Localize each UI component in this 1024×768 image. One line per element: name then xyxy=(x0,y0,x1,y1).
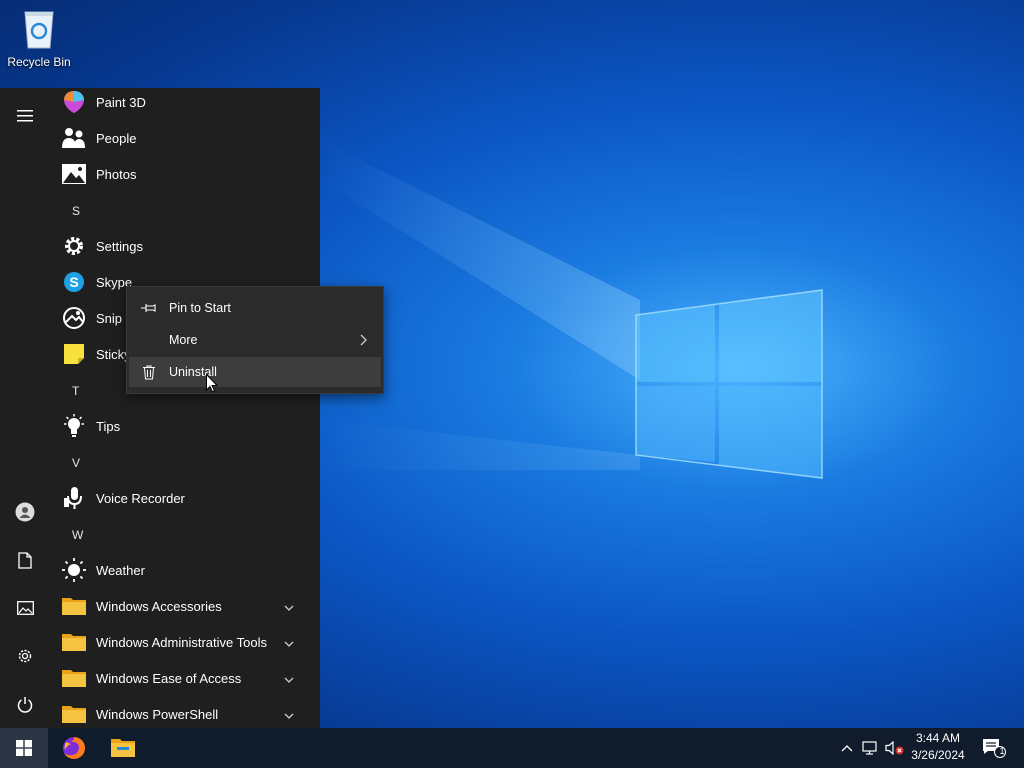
recycle-bin-shortcut[interactable]: Recycle Bin xyxy=(4,6,74,69)
section-letter-s[interactable]: S xyxy=(72,204,80,218)
notification-count: 1 xyxy=(999,746,1005,756)
app-people[interactable]: People xyxy=(56,120,306,156)
microphone-icon xyxy=(62,486,86,510)
gear-icon xyxy=(62,234,86,258)
app-list: Paint 3D People Photos S Settings S Skyp… xyxy=(56,88,320,728)
lightbulb-icon xyxy=(62,414,86,438)
folder-label: Windows Accessories xyxy=(96,598,222,614)
photos-icon xyxy=(62,162,86,186)
folder-icon xyxy=(62,630,86,654)
folder-label: Windows PowerShell xyxy=(96,706,219,722)
folder-windows-accessories[interactable]: Windows Accessories xyxy=(56,588,306,624)
app-label: Paint 3D xyxy=(96,94,146,110)
paint3d-icon xyxy=(62,90,86,114)
mouse-cursor-icon xyxy=(206,374,218,393)
start-button[interactable] xyxy=(0,728,48,768)
app-label: Weather xyxy=(96,562,145,578)
app-tips[interactable]: Tips xyxy=(56,408,306,444)
app-voice-recorder[interactable]: Voice Recorder xyxy=(56,480,306,516)
start-menu: Paint 3D People Photos S Settings S Skyp… xyxy=(0,88,320,728)
people-icon xyxy=(62,126,86,150)
chevron-right-icon xyxy=(360,334,367,349)
folder-icon xyxy=(62,702,86,726)
snip-sketch-icon xyxy=(62,306,86,330)
section-letter-w[interactable]: W xyxy=(72,528,83,542)
folder-windows-ease-of-access[interactable]: Windows Ease of Access xyxy=(56,660,306,696)
taskbar-file-explorer[interactable] xyxy=(99,728,147,768)
chevron-down-icon[interactable] xyxy=(284,599,294,614)
uninstall-item[interactable]: Uninstall xyxy=(129,357,381,387)
pin-to-start-item[interactable]: Pin to Start xyxy=(129,293,381,323)
more-label: More xyxy=(169,333,198,347)
recycle-bin-label: Recycle Bin xyxy=(7,55,71,69)
chevron-up-icon xyxy=(841,744,853,751)
app-weather[interactable]: Weather xyxy=(56,552,306,588)
action-center-button[interactable]: 1 xyxy=(978,728,1010,768)
folder-label: Windows Ease of Access xyxy=(96,670,242,686)
recycle-bin-icon xyxy=(24,11,54,49)
chevron-down-icon[interactable] xyxy=(284,671,294,686)
account-button[interactable] xyxy=(0,492,50,532)
pin-icon xyxy=(139,303,159,313)
chevron-down-icon[interactable] xyxy=(284,635,294,650)
volume-muted-icon xyxy=(885,741,904,755)
section-letter-t[interactable]: T xyxy=(72,384,79,398)
more-item[interactable]: More xyxy=(129,325,381,355)
app-settings[interactable]: Settings xyxy=(56,228,306,264)
power-button[interactable] xyxy=(0,684,50,724)
folder-windows-powershell[interactable]: Windows PowerShell xyxy=(56,696,306,732)
section-letter-v[interactable]: V xyxy=(72,456,80,470)
pin-to-start-label: Pin to Start xyxy=(169,301,231,315)
start-menu-rail xyxy=(0,88,50,728)
show-hidden-icons-button[interactable] xyxy=(838,728,856,768)
settings-button[interactable] xyxy=(0,636,50,676)
context-menu: Pin to Start More Uninstall xyxy=(126,286,384,394)
firefox-icon xyxy=(63,737,85,760)
folder-icon xyxy=(62,594,86,618)
network-icon xyxy=(862,741,877,755)
power-icon xyxy=(17,696,33,713)
app-label: Settings xyxy=(96,238,143,254)
documents-button[interactable] xyxy=(0,540,50,580)
clock-time: 3:44 AM xyxy=(915,731,961,745)
skype-icon: S xyxy=(62,270,86,294)
app-label: Tips xyxy=(96,418,121,434)
network-status-button[interactable] xyxy=(860,728,882,768)
volume-button[interactable] xyxy=(884,728,906,768)
chevron-down-icon[interactable] xyxy=(284,707,294,722)
clock-date: 3/26/2024 xyxy=(911,748,965,762)
taskbar: 3:44 AM 3/26/2024 1 xyxy=(0,728,1024,768)
app-label: Photos xyxy=(96,166,137,182)
folder-windows-administrative-tools[interactable]: Windows Administrative Tools xyxy=(56,624,306,660)
taskbar-firefox[interactable] xyxy=(50,728,98,768)
app-label: People xyxy=(96,130,137,146)
document-icon xyxy=(18,551,32,569)
app-photos[interactable]: Photos xyxy=(56,156,306,192)
sun-icon xyxy=(62,558,86,582)
file-explorer-icon xyxy=(111,739,135,757)
app-label: Voice Recorder xyxy=(96,490,185,506)
folder-label: Windows Administrative Tools xyxy=(96,634,267,650)
pictures-button[interactable] xyxy=(0,588,50,628)
svg-text:S: S xyxy=(69,274,78,290)
clock[interactable]: 3:44 AM 3/26/2024 xyxy=(904,730,972,766)
expand-menu-button[interactable] xyxy=(0,96,50,136)
sticky-notes-icon xyxy=(62,342,86,366)
hamburger-icon xyxy=(17,110,33,122)
user-icon xyxy=(15,502,35,522)
app-paint3d[interactable]: Paint 3D xyxy=(56,84,306,120)
windows-logo-icon xyxy=(16,740,32,756)
folder-icon xyxy=(62,666,86,690)
trash-icon xyxy=(139,365,159,380)
gear-icon xyxy=(18,649,32,663)
pictures-icon xyxy=(16,601,34,615)
